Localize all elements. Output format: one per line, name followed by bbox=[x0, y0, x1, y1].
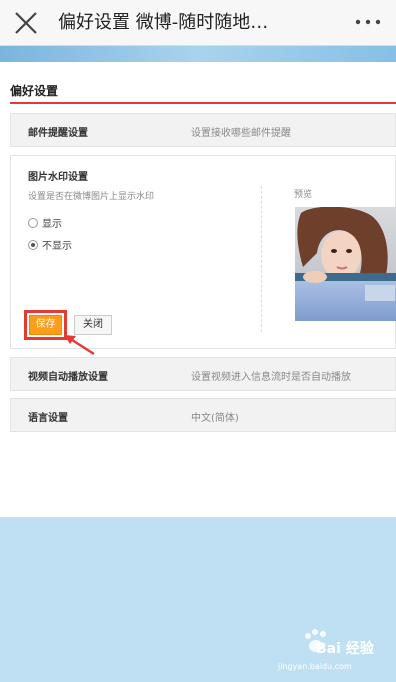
panel-divider bbox=[261, 186, 262, 332]
save-button[interactable]: 保存 bbox=[29, 315, 62, 335]
watermark-url-text: jingyan.baidu.com bbox=[278, 662, 352, 671]
more-button[interactable] bbox=[350, 12, 386, 32]
radio-show[interactable] bbox=[28, 217, 38, 228]
watermark-panel-title: 图片水印设置 bbox=[28, 172, 88, 183]
watermark-panel-subtitle: 设置是否在微博图片上显示水印 bbox=[28, 192, 155, 202]
language-label: 语言设置 bbox=[28, 413, 68, 424]
settings-page: 偏好设置 邮件提醒设置 设置接收哪些邮件提醒 图片水印设置 设置是否在微博图片上… bbox=[0, 62, 396, 517]
header-banner-strip bbox=[0, 46, 396, 62]
video-autoplay-label: 视频自动播放设置 bbox=[28, 372, 108, 383]
row-language[interactable]: 语言设置 中文(简体) bbox=[10, 398, 396, 432]
option-hide-watermark[interactable]: 不显示 bbox=[28, 237, 72, 252]
annotation-arrow-icon bbox=[64, 335, 95, 356]
watermark-brand-text: Bai 经验 bbox=[316, 641, 374, 657]
option-hide-label: 不显示 bbox=[42, 241, 72, 252]
row-mail-settings[interactable]: 邮件提醒设置 设置接收哪些邮件提醒 bbox=[10, 113, 396, 147]
page-title-bar: 偏好设置 微博-随时随地… bbox=[58, 12, 269, 33]
mail-settings-desc: 设置接收哪些邮件提醒 bbox=[191, 128, 291, 139]
more-dots-icon bbox=[355, 19, 381, 25]
close-button[interactable] bbox=[12, 9, 40, 37]
option-show-watermark[interactable]: 显示 bbox=[28, 215, 62, 230]
preview-label: 预览 bbox=[294, 190, 313, 200]
language-value: 中文(简体) bbox=[191, 413, 239, 424]
video-autoplay-desc: 设置视频进入信息流时是否自动播放 bbox=[191, 372, 351, 383]
option-show-label: 显示 bbox=[42, 219, 62, 230]
top-bar: 偏好设置 微博-随时随地… bbox=[0, 0, 396, 46]
row-video-autoplay[interactable]: 视频自动播放设置 设置视频进入信息流时是否自动播放 bbox=[10, 357, 396, 391]
radio-hide[interactable] bbox=[28, 239, 38, 250]
close-icon bbox=[15, 12, 37, 34]
heading-underline bbox=[10, 102, 396, 104]
preview-image bbox=[295, 207, 396, 321]
settings-heading: 偏好设置 bbox=[10, 84, 59, 98]
watermark-settings-panel: 图片水印设置 设置是否在微博图片上显示水印 显示 不显示 预览 保存 关闭 bbox=[10, 155, 396, 349]
mail-settings-label: 邮件提醒设置 bbox=[28, 128, 88, 139]
